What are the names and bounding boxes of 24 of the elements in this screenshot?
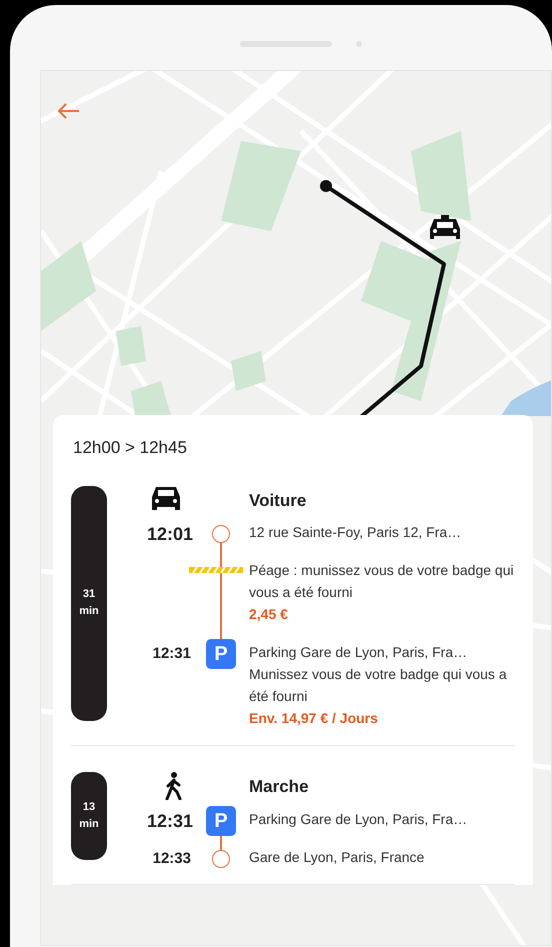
note-text: Munissez vous de votre badge qui vous a été fourni: [249, 665, 508, 706]
stop-time: 12:31: [146, 810, 193, 833]
duration-pill: 31 min: [71, 486, 107, 721]
stop-address: Parking Gare de Lyon, Paris, Fra…: [249, 643, 468, 662]
stop-address: Parking Gare de Lyon, Paris, Fra…: [249, 810, 468, 829]
time-range: 12h00 > 12h45: [72, 437, 188, 459]
price: 2,45 €: [249, 605, 289, 624]
mode-title: Marche: [249, 776, 310, 798]
stop-time: 12:31: [152, 644, 192, 664]
parking-marker: P: [206, 639, 236, 669]
note-text: Péage : munissez vous de votre badge qui vous a été fourni: [249, 561, 515, 602]
car-icon: [149, 486, 183, 513]
duration-pill: 13 min: [71, 772, 107, 860]
stop-address: 12 rue Sainte-Foy, Paris 12, Fra…: [249, 523, 462, 542]
toll-barrier-icon: [189, 567, 243, 573]
taxi-icon: [428, 215, 462, 241]
mode-title: Voiture: [249, 490, 308, 512]
stop-address: Gare de Lyon, Paris, France: [249, 848, 426, 867]
stop-time: 12:01: [146, 523, 193, 546]
parking-marker: P: [206, 806, 236, 836]
stop-time: 12:33: [152, 849, 192, 869]
back-arrow-icon: [56, 102, 80, 120]
price: Env. 14,97 € / Jours: [249, 709, 379, 728]
walking-person-icon: [165, 772, 183, 800]
